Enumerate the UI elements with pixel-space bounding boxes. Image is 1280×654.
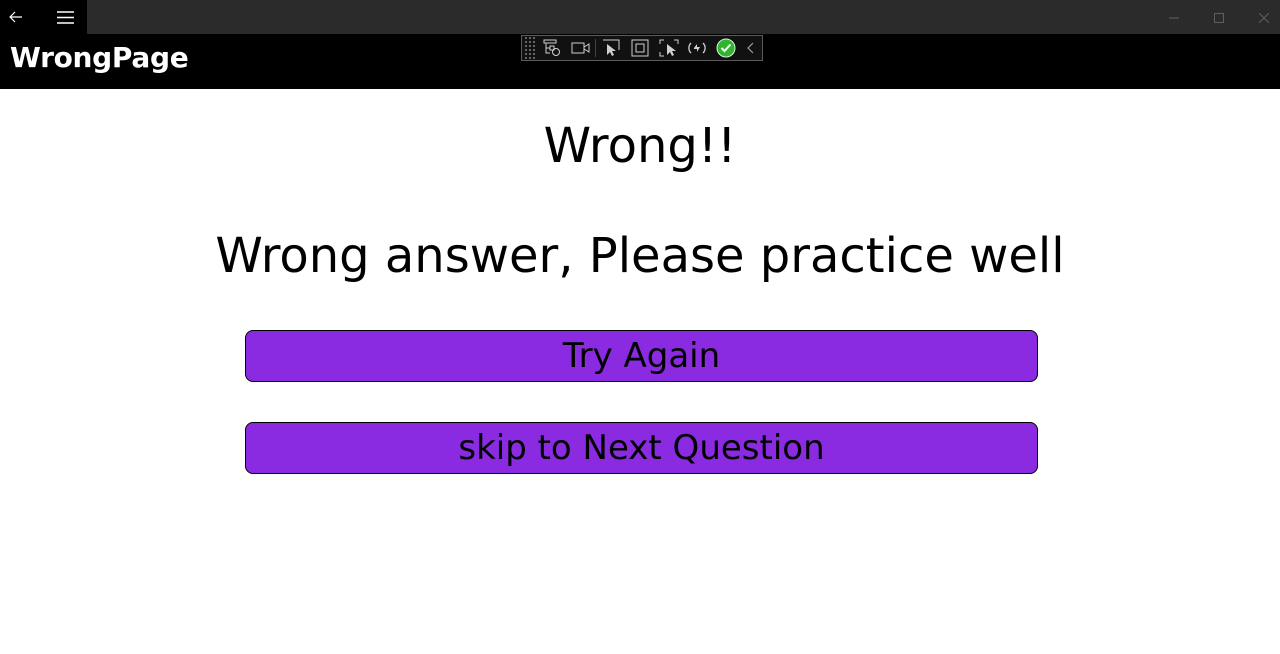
maximize-icon <box>1214 8 1224 27</box>
record-icon[interactable] <box>566 36 595 60</box>
hot-reload-icon[interactable] <box>683 36 712 60</box>
close-button[interactable] <box>1241 0 1280 34</box>
collapse-chevron-icon[interactable] <box>741 36 762 60</box>
page-title: WrongPage <box>10 41 189 74</box>
status-ok-icon[interactable] <box>712 36 741 60</box>
close-icon <box>1258 8 1270 27</box>
track-focus-icon[interactable] <box>654 36 683 60</box>
display-layout-adorners-icon[interactable] <box>625 36 654 60</box>
hamburger-menu-icon <box>57 10 74 24</box>
title-bar <box>0 0 1280 34</box>
select-element-icon[interactable] <box>596 36 625 60</box>
debug-toolbar <box>521 35 763 61</box>
skip-next-question-button[interactable]: skip to Next Question <box>245 422 1038 474</box>
live-visual-tree-icon[interactable] <box>537 36 566 60</box>
back-arrow-icon <box>9 11 23 23</box>
result-message: Wrong answer, Please practice well <box>215 228 1065 284</box>
result-headline: Wrong!! <box>543 118 737 174</box>
minimize-button[interactable] <box>1151 0 1197 34</box>
try-again-button[interactable]: Try Again <box>245 330 1038 382</box>
minimize-icon <box>1169 8 1179 27</box>
maximize-button[interactable] <box>1196 0 1242 34</box>
toolbar-grip-handle[interactable] <box>524 36 538 60</box>
back-button[interactable] <box>0 0 32 34</box>
menu-button[interactable] <box>44 0 87 34</box>
